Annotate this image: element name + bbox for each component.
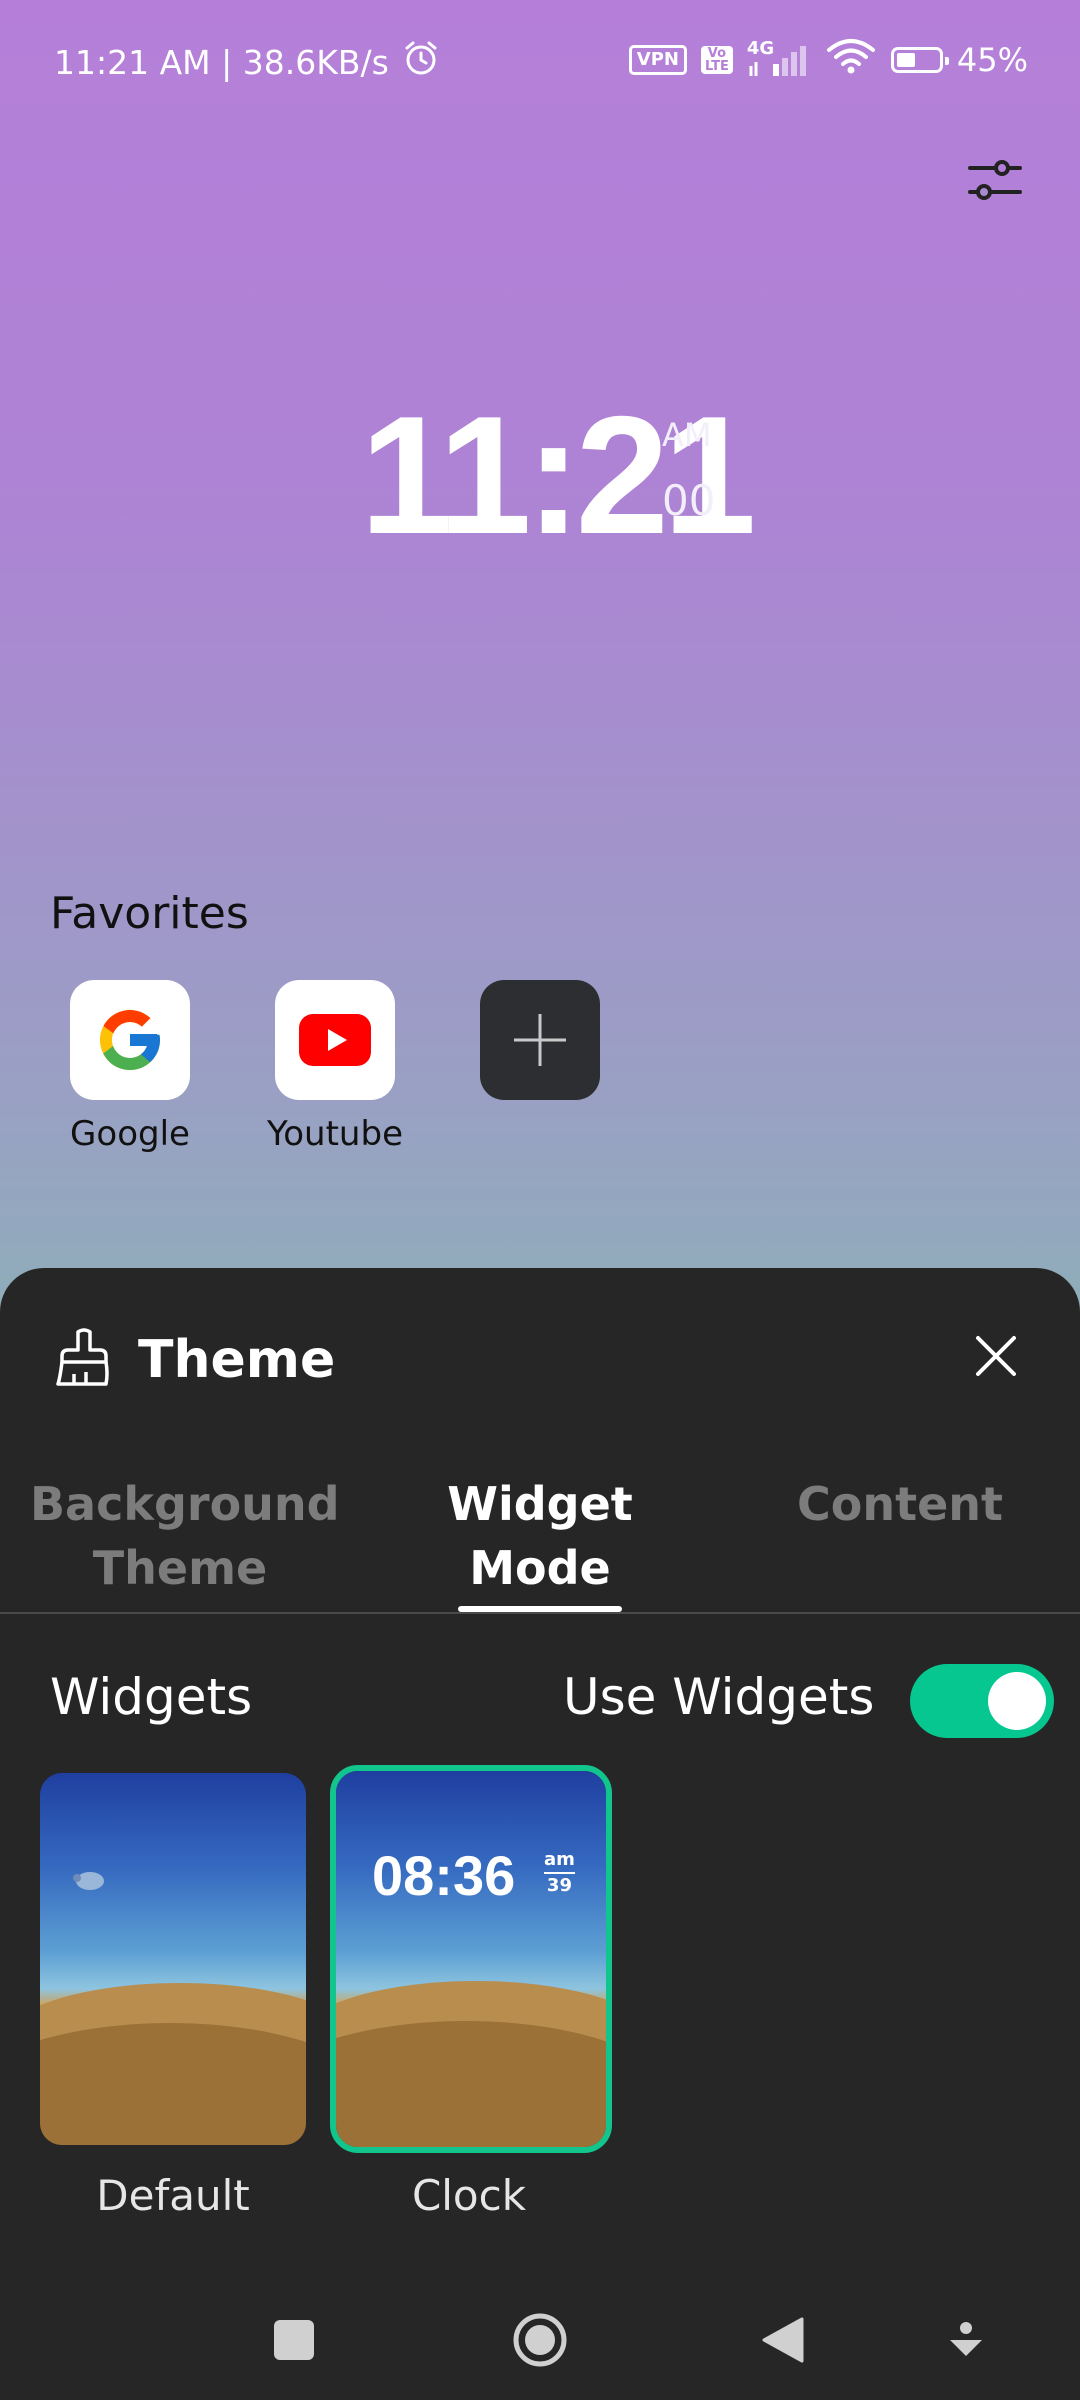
recents-button[interactable] [258, 2304, 330, 2376]
preview-clock-meta: am 39 [544, 1849, 575, 1897]
active-tab-indicator [458, 1606, 622, 1612]
favorite-label: Google [70, 1114, 190, 1154]
arrow-down-icon [950, 2322, 982, 2356]
preview-ampm: am [544, 1849, 575, 1870]
clock-ampm: AM [662, 416, 712, 454]
sheet-header: Theme [56, 1328, 335, 1392]
toggle-knob [988, 1672, 1046, 1730]
use-widgets-label: Use Widgets [563, 1668, 875, 1726]
youtube-icon [299, 1014, 371, 1066]
google-tile[interactable] [70, 980, 190, 1100]
status-bar: 11:21 AM | 38.6KB/s VPN Vo LTE 4G 45% [0, 0, 1080, 92]
square-icon [274, 2320, 314, 2360]
preview-clock-time: 08:36 [372, 1844, 516, 1907]
tab-widget-mode[interactable]: Widget Mode [370, 1472, 710, 1600]
widget-option-clock[interactable]: 08:36 am 39 [330, 1765, 612, 2153]
status-right: VPN Vo LTE 4G 45% [628, 36, 1028, 84]
favorites-title: Favorites [50, 888, 249, 939]
favorite-label: Youtube [267, 1114, 403, 1154]
close-button[interactable] [970, 1330, 1022, 1382]
widget-label-clock: Clock [411, 2171, 527, 2220]
home-clock: 11:21 AM 00 [360, 390, 756, 560]
add-favorite-button[interactable] [480, 980, 600, 1100]
widget-option-default[interactable] [40, 1773, 306, 2145]
alarm-icon [401, 38, 441, 86]
add-favorite[interactable] [465, 980, 615, 1100]
back-triangle-icon [762, 2317, 804, 2363]
preview-seconds: 39 [546, 1875, 572, 1896]
status-left: 11:21 AM | 38.6KB/s [54, 38, 441, 86]
sliders-icon [968, 160, 1022, 200]
home-button[interactable] [504, 2304, 576, 2376]
tab-content[interactable]: Content [760, 1472, 1040, 1536]
favorite-google[interactable]: Google [55, 980, 205, 1154]
signal-icon: 4G [747, 38, 811, 80]
sheet-title: Theme [138, 1330, 336, 1390]
bird-icon [73, 1872, 104, 1890]
navigation-bar [0, 2280, 1080, 2400]
use-widgets-toggle[interactable] [910, 1664, 1054, 1738]
youtube-tile[interactable] [275, 980, 395, 1100]
widget-label-default: Default [96, 2171, 250, 2220]
theme-sheet: Theme Background Theme Widget Mode Conten… [0, 1268, 1080, 2400]
battery-percent: 45% [956, 41, 1028, 79]
google-icon [100, 1010, 160, 1070]
home-circle-icon [513, 2313, 567, 2367]
plus-icon [514, 1014, 566, 1066]
back-button[interactable] [747, 2304, 819, 2376]
hide-nav-button[interactable] [930, 2304, 1002, 2376]
volte-icon: Vo LTE [700, 46, 733, 74]
tab-divider [0, 1612, 1080, 1614]
launcher-screen: 11:21 AM | 38.6KB/s VPN Vo LTE 4G 45% 11… [0, 0, 1080, 2400]
favorite-youtube[interactable]: Youtube [260, 980, 410, 1154]
battery-icon [890, 47, 949, 73]
vpn-badge: VPN [628, 45, 687, 75]
tab-background-theme[interactable]: Background Theme [30, 1472, 340, 1600]
wifi-icon [825, 36, 877, 84]
clock-seconds: 00 [662, 476, 716, 525]
close-icon [976, 1336, 1016, 1376]
customize-button[interactable] [960, 150, 1030, 210]
status-time-speed: 11:21 AM | 38.6KB/s [54, 42, 389, 82]
paintbrush-icon [56, 1328, 112, 1392]
widgets-title: Widgets [50, 1668, 253, 1726]
